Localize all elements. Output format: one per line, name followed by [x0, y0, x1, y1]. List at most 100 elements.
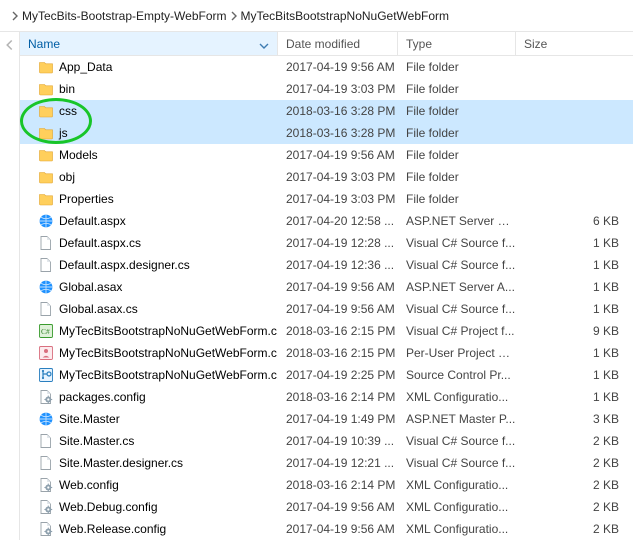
- column-header-label: Name: [28, 37, 60, 51]
- column-header-size[interactable]: Size: [516, 32, 633, 55]
- file-row[interactable]: Default.aspx2017-04-20 12:58 ...ASP.NET …: [20, 210, 633, 232]
- column-header-label: Date modified: [286, 37, 360, 51]
- folder-icon: [38, 169, 54, 185]
- file-type: File folder: [398, 104, 516, 118]
- file-row[interactable]: Web.Release.config2017-04-19 9:56 AMXML …: [20, 518, 633, 540]
- file-list-pane: Name Date modified Type Size App_Data201…: [20, 32, 633, 540]
- file-type: XML Configuratio...: [398, 500, 516, 514]
- file-row[interactable]: js2018-03-16 3:28 PMFile folder: [20, 122, 633, 144]
- file-date: 2017-04-20 12:58 ...: [278, 214, 398, 228]
- folder-icon: [38, 103, 54, 119]
- chevron-right-icon[interactable]: [8, 9, 22, 23]
- file-name: Default.aspx.cs: [59, 236, 141, 250]
- file-size: 3 KB: [516, 412, 633, 426]
- file-row[interactable]: App_Data2017-04-19 9:56 AMFile folder: [20, 56, 633, 78]
- file-row[interactable]: MyTecBitsBootstrapNoNuGetWebForm.c...201…: [20, 320, 633, 342]
- file-row[interactable]: Default.aspx.designer.cs2017-04-19 12:36…: [20, 254, 633, 276]
- file-icon: [38, 455, 54, 471]
- file-row[interactable]: bin2017-04-19 3:03 PMFile folder: [20, 78, 633, 100]
- column-header-name[interactable]: Name: [20, 32, 278, 55]
- file-name: css: [59, 104, 77, 118]
- column-header-label: Size: [524, 37, 547, 51]
- file-type: ASP.NET Server A...: [398, 280, 516, 294]
- file-size: 6 KB: [516, 214, 633, 228]
- file-date: 2018-03-16 2:15 PM: [278, 324, 398, 338]
- file-size: 2 KB: [516, 522, 633, 536]
- file-size: 1 KB: [516, 346, 633, 360]
- file-row[interactable]: MyTecBitsBootstrapNoNuGetWebForm.c...201…: [20, 342, 633, 364]
- file-date: 2017-04-19 9:56 AM: [278, 280, 398, 294]
- file-date: 2017-04-19 3:03 PM: [278, 82, 398, 96]
- chevron-right-icon[interactable]: [227, 9, 241, 23]
- file-date: 2017-04-19 9:56 AM: [278, 522, 398, 536]
- file-row[interactable]: Site.Master.designer.cs2017-04-19 12:21 …: [20, 452, 633, 474]
- file-name: MyTecBitsBootstrapNoNuGetWebForm.c...: [59, 368, 278, 382]
- breadcrumb[interactable]: MyTecBits-Bootstrap-Empty-WebForm MyTecB…: [0, 0, 633, 32]
- file-size: 2 KB: [516, 456, 633, 470]
- file-date: 2017-04-19 3:03 PM: [278, 192, 398, 206]
- aspx-icon: [38, 411, 54, 427]
- column-header-type[interactable]: Type: [398, 32, 516, 55]
- file-type: Source Control Pr...: [398, 368, 516, 382]
- file-row[interactable]: Web.Debug.config 2017-04-19 9:56 AMXML Co…: [20, 496, 633, 518]
- file-type: Visual C# Source f...: [398, 258, 516, 272]
- file-name: Site.Master: [59, 412, 120, 426]
- file-size: 1 KB: [516, 302, 633, 316]
- folder-icon: [38, 147, 54, 163]
- file-name: Default.aspx.designer.cs: [59, 258, 190, 272]
- file-type: File folder: [398, 60, 516, 74]
- file-row[interactable]: Web.config2018-03-16 2:14 PMXML Configur…: [20, 474, 633, 496]
- file-date: 2018-03-16 2:14 PM: [278, 390, 398, 404]
- file-date: 2017-04-19 1:49 PM: [278, 412, 398, 426]
- file-type: File folder: [398, 82, 516, 96]
- aspx-icon: [38, 213, 54, 229]
- file-row[interactable]: Default.aspx.cs2017-04-19 12:28 ...Visua…: [20, 232, 633, 254]
- config-icon: [38, 521, 54, 537]
- file-name: Models: [59, 148, 98, 162]
- file-row[interactable]: Global.asax 2017-04-19 9:56 AMASP.NET Ser…: [20, 276, 633, 298]
- file-row[interactable]: Properties2017-04-19 3:03 PMFile folder: [20, 188, 633, 210]
- file-date: 2018-03-16 2:15 PM: [278, 346, 398, 360]
- file-row[interactable]: Site.Master 2017-04-19 1:49 PMASP.NET Mas…: [20, 408, 633, 430]
- file-name: MyTecBitsBootstrapNoNuGetWebForm.c...: [59, 346, 278, 360]
- file-size: 1 KB: [516, 280, 633, 294]
- file-name: MyTecBitsBootstrapNoNuGetWebForm.c...: [59, 324, 278, 338]
- file-size: 1 KB: [516, 258, 633, 272]
- file-row[interactable]: obj2017-04-19 3:03 PMFile folder: [20, 166, 633, 188]
- file-type: Visual C# Source f...: [398, 434, 516, 448]
- file-name: Web.Debug.config: [59, 500, 158, 514]
- file-name: Site.Master.cs: [59, 434, 134, 448]
- file-name: Global.asax.cs: [59, 302, 138, 316]
- nav-back-arrow[interactable]: [0, 32, 20, 540]
- folder-icon: [38, 191, 54, 207]
- breadcrumb-item[interactable]: MyTecBits-Bootstrap-Empty-WebForm: [22, 9, 227, 23]
- config-icon: [38, 389, 54, 405]
- file-row[interactable]: Site.Master.cs2017-04-19 10:39 ...Visual…: [20, 430, 633, 452]
- file-size: 2 KB: [516, 500, 633, 514]
- file-date: 2017-04-19 9:56 AM: [278, 500, 398, 514]
- breadcrumb-item[interactable]: MyTecBitsBootstrapNoNuGetWebForm: [241, 9, 450, 23]
- file-name: Default.aspx: [59, 214, 126, 228]
- aspx-icon: [38, 279, 54, 295]
- file-type: Visual C# Project f...: [398, 324, 516, 338]
- file-row[interactable]: MyTecBitsBootstrapNoNuGetWebForm.c...201…: [20, 364, 633, 386]
- file-size: 1 KB: [516, 236, 633, 250]
- file-type: XML Configuratio...: [398, 478, 516, 492]
- file-date: 2017-04-19 9:56 AM: [278, 302, 398, 316]
- file-type: File folder: [398, 126, 516, 140]
- column-header-date[interactable]: Date modified: [278, 32, 398, 55]
- file-type: ASP.NET Master P...: [398, 412, 516, 426]
- file-name: Site.Master.designer.cs: [59, 456, 183, 470]
- config-icon: [38, 477, 54, 493]
- file-rows: App_Data2017-04-19 9:56 AMFile folderbin…: [20, 56, 633, 540]
- file-row[interactable]: packages.config2018-03-16 2:14 PMXML Con…: [20, 386, 633, 408]
- file-row[interactable]: Models2017-04-19 9:56 AMFile folder: [20, 144, 633, 166]
- folder-icon: [38, 81, 54, 97]
- file-size: 1 KB: [516, 368, 633, 382]
- file-date: 2017-04-19 9:56 AM: [278, 148, 398, 162]
- file-row[interactable]: Global.asax.cs2017-04-19 9:56 AMVisual C…: [20, 298, 633, 320]
- file-type: File folder: [398, 192, 516, 206]
- file-row[interactable]: css2018-03-16 3:28 PMFile folder: [20, 100, 633, 122]
- file-date: 2018-03-16 2:14 PM: [278, 478, 398, 492]
- file-name: Global.asax: [59, 280, 122, 294]
